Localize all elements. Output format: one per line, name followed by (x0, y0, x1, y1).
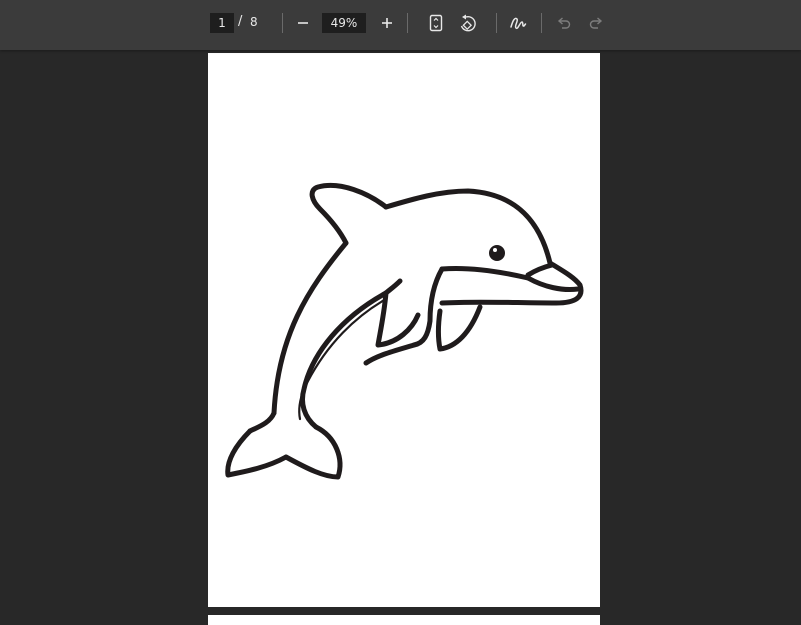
pdf-page-2 (208, 615, 600, 625)
redo-icon (589, 17, 603, 29)
fit-to-page-button[interactable] (424, 11, 448, 35)
zoom-level-input[interactable] (322, 13, 366, 33)
page-separator: / (238, 14, 243, 29)
toolbar-divider (496, 13, 497, 33)
toolbar-divider (282, 13, 283, 33)
minus-icon (298, 22, 308, 24)
zoom-out-button[interactable] (291, 11, 315, 35)
zoom-in-button[interactable] (375, 11, 399, 35)
pdf-page-1 (208, 53, 600, 607)
undo-icon (557, 17, 571, 29)
draw-icon (510, 17, 527, 30)
undo-button[interactable] (552, 11, 576, 35)
pdf-toolbar: / 8 (0, 0, 801, 50)
fit-page-icon (429, 14, 443, 32)
total-pages: 8 (250, 15, 258, 29)
dolphin-illustration (225, 182, 584, 480)
page-number-input[interactable] (210, 13, 234, 33)
draw-button[interactable] (506, 11, 530, 35)
rotate-icon (460, 14, 476, 32)
toolbar-divider (407, 13, 408, 33)
document-viewer[interactable] (0, 50, 801, 625)
redo-button[interactable] (584, 11, 608, 35)
plus-icon (382, 18, 392, 28)
toolbar-divider (541, 13, 542, 33)
rotate-button[interactable] (456, 11, 480, 35)
